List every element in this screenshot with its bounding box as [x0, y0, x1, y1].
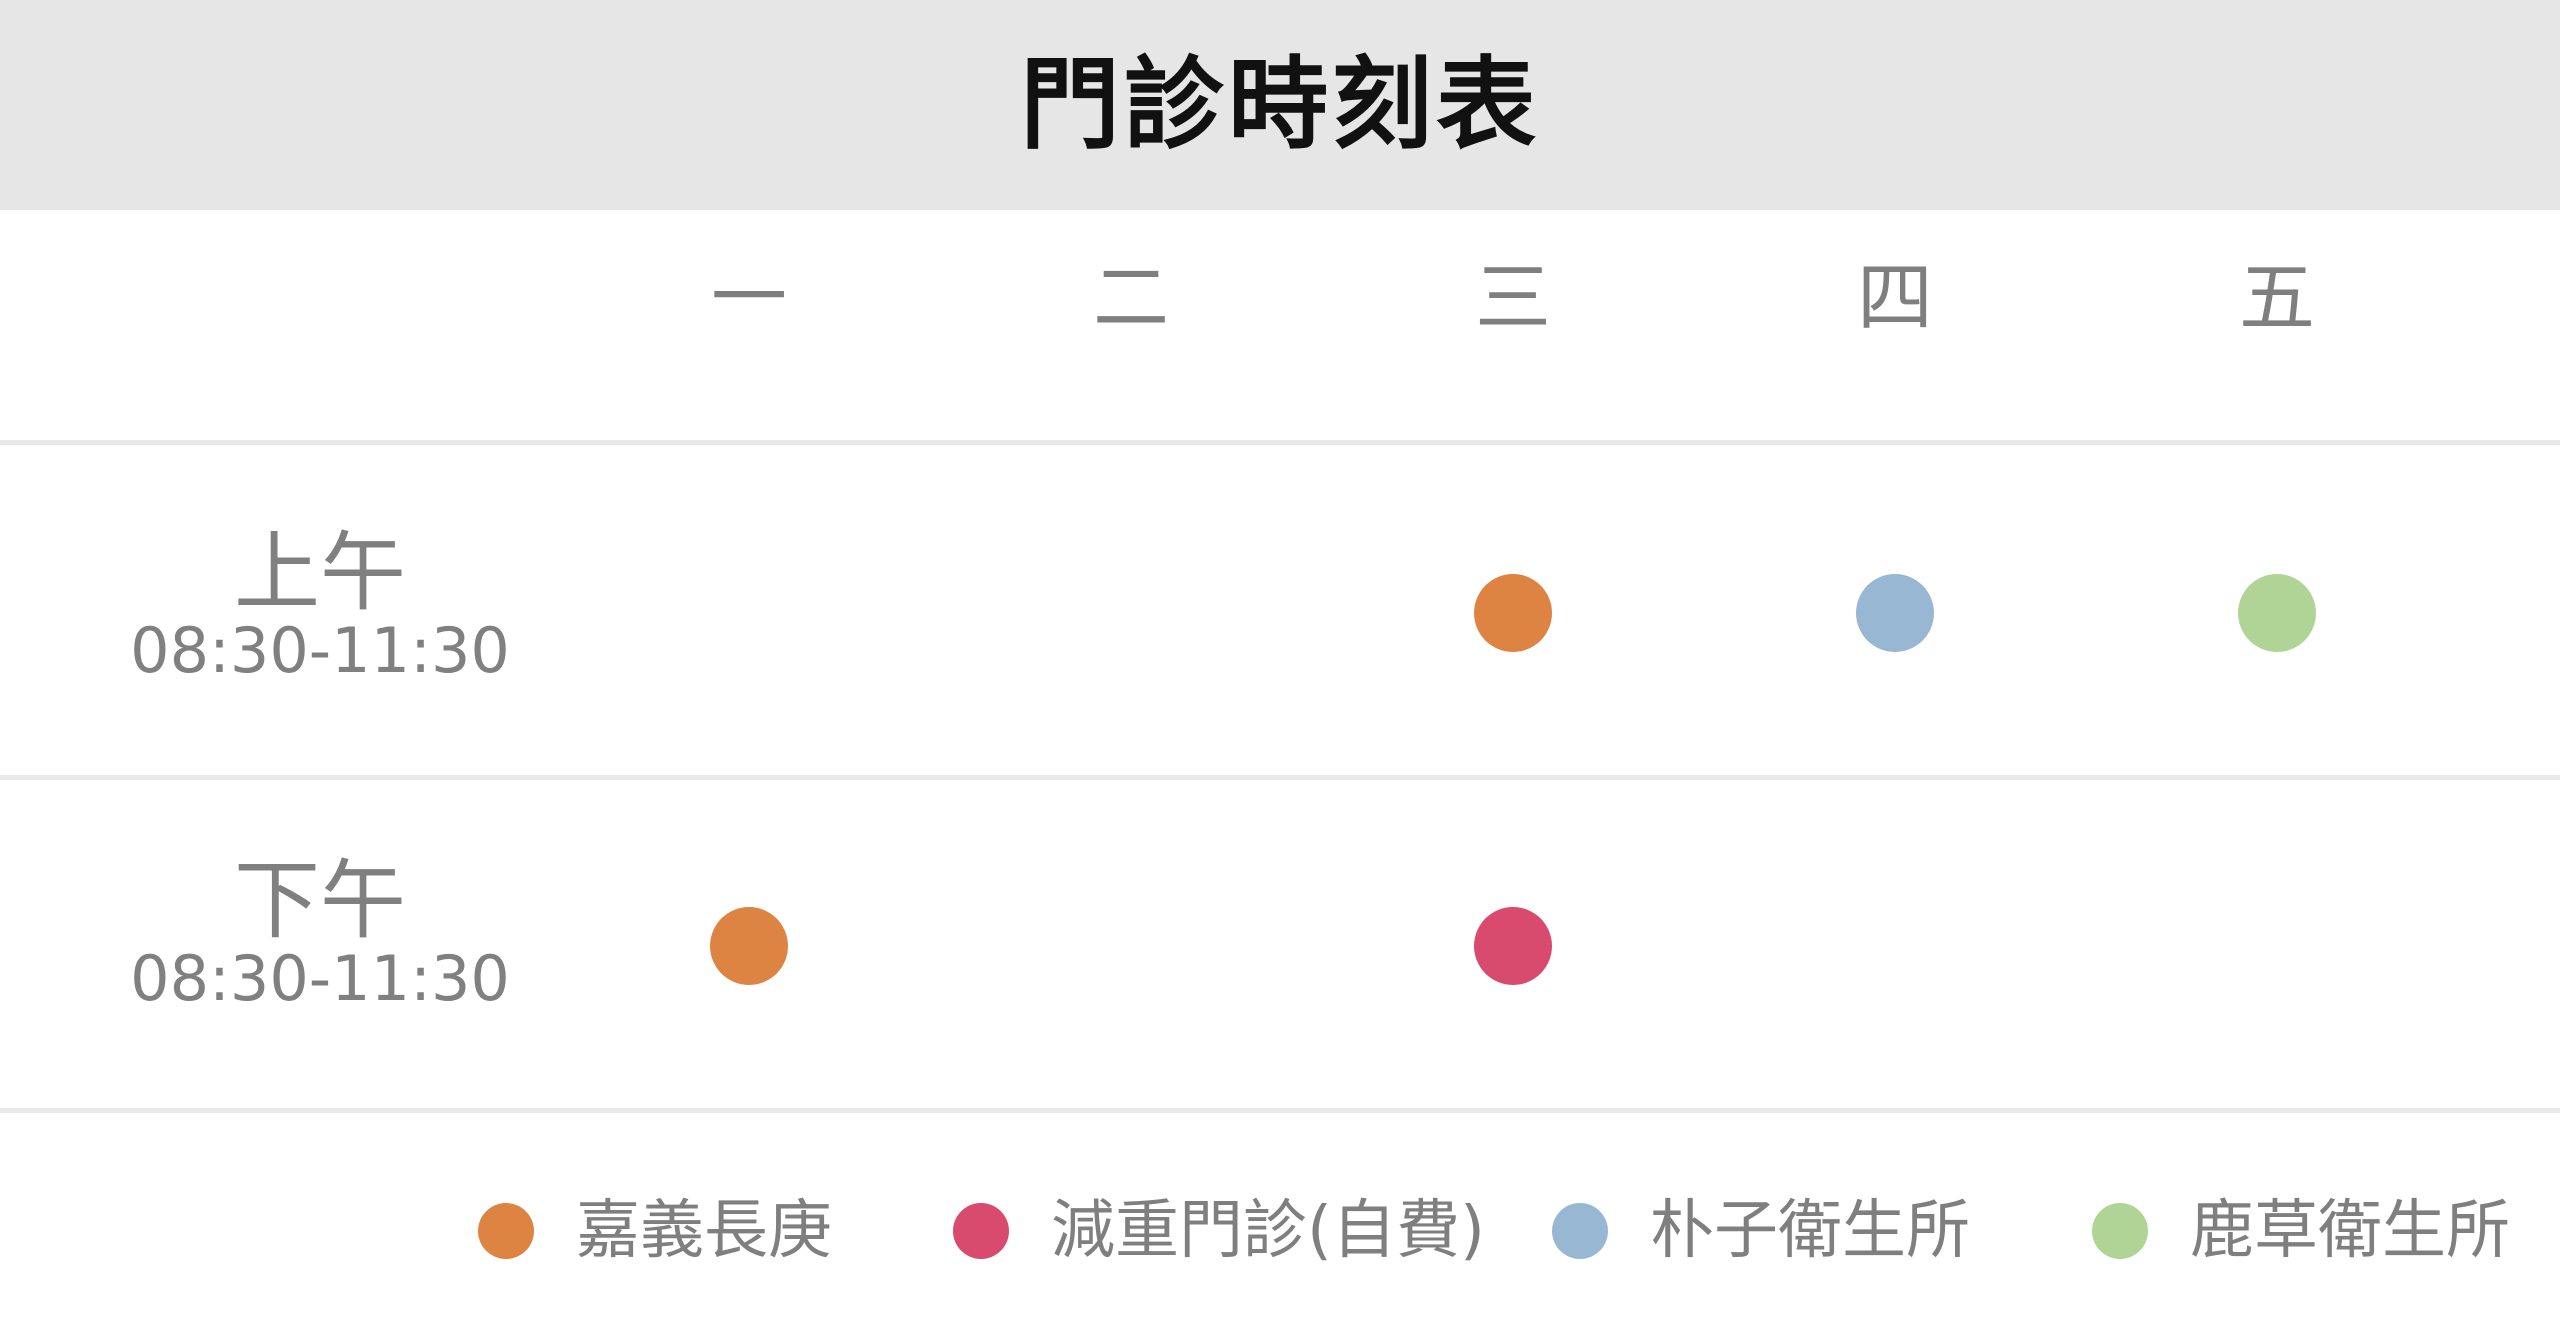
legend-dot-icon	[2092, 1203, 2148, 1259]
session-period: 上午	[234, 523, 406, 623]
legend-item-chiayi-chang-gung: 嘉義長庚	[478, 1183, 832, 1279]
legend-item-weight-loss-clinic: 減重門診(自費)	[953, 1183, 1485, 1279]
afternoon-row-divider	[0, 1108, 2560, 1113]
session-label-morning: 上午 08:30-11:30	[100, 530, 540, 682]
legend-dot-icon	[1552, 1203, 1608, 1259]
session-period: 下午	[234, 851, 406, 951]
legend-item-lucao-health-center: 鹿草衛生所	[2092, 1183, 2510, 1279]
page-title: 門診時刻表	[1020, 46, 1540, 163]
session-hours: 08:30-11:30	[130, 614, 510, 687]
clinic-dot-icon	[1474, 907, 1552, 985]
legend-label: 朴子衛生所	[1650, 1194, 1970, 1268]
schedule-title-bar: 門診時刻表	[0, 0, 2560, 210]
legend-label: 鹿草衛生所	[2190, 1194, 2510, 1268]
legend-label: 減重門診(自費)	[1051, 1194, 1485, 1268]
session-label-afternoon: 下午 08:30-11:30	[100, 858, 540, 1010]
legend-dot-icon	[478, 1203, 534, 1259]
clinic-dot-icon	[710, 907, 788, 985]
legend-item-puzi-health-center: 朴子衛生所	[1552, 1183, 1970, 1279]
day-header-tue: 二	[1093, 253, 1169, 342]
day-header-fri: 五	[2239, 253, 2315, 342]
clinic-dot-icon	[1856, 574, 1934, 652]
legend-label: 嘉義長庚	[576, 1194, 832, 1268]
clinic-dot-icon	[2238, 574, 2316, 652]
morning-row-divider	[0, 775, 2560, 780]
header-divider	[0, 440, 2560, 445]
legend-dot-icon	[953, 1203, 1009, 1259]
session-hours: 08:30-11:30	[130, 942, 510, 1015]
day-header-thu: 四	[1857, 253, 1933, 342]
day-header-wed: 三	[1475, 253, 1551, 342]
day-header-mon: 一	[711, 253, 787, 342]
clinic-dot-icon	[1474, 574, 1552, 652]
